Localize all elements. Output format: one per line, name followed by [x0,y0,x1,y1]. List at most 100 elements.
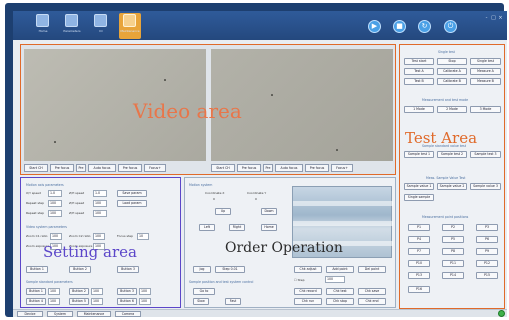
setting-button-2[interactable]: Button 2 [69,266,91,273]
param-field[interactable]: 100 [48,288,60,295]
chk-run-button[interactable]: Chk run [294,298,322,305]
test-b-button[interactable]: Test B [404,78,434,85]
step-value-select[interactable]: 100 [325,276,345,283]
load-param-button[interactable]: Load param [117,200,147,207]
param-field[interactable]: 100 [48,210,62,217]
jog-home-button[interactable]: Home [261,224,277,231]
point-button[interactable]: P4 [408,236,430,243]
sample-test-2-button[interactable]: Sample test 2 [437,151,467,158]
jog-up-button[interactable]: Up [215,208,231,215]
test-start-button[interactable]: Test start [404,58,434,65]
param-field[interactable]: 1.0 [93,190,107,197]
sample-value-3-button[interactable]: Sample value 3 [470,183,501,190]
point-button[interactable]: P10 [408,260,430,267]
mode-2-button[interactable]: 2 Mode [437,106,467,113]
toolbar-item-parameters[interactable]: Parameters [61,13,83,39]
point-button[interactable]: P13 [408,272,430,279]
maximize-button[interactable]: □ [490,15,497,21]
param-field[interactable]: 100 [139,288,151,295]
video-left-pre-button[interactable]: Pre [76,164,86,172]
single-test-button[interactable]: Single test [470,58,501,65]
fast-button[interactable]: Fast [225,298,241,305]
close-button[interactable]: × [497,15,504,21]
measure-a-button[interactable]: Measure A [470,68,501,75]
setting-button-3[interactable]: Button 3 [117,266,139,273]
sample-button-2[interactable]: Button 2 [69,288,89,295]
goto-button[interactable]: Go to [193,288,215,295]
point-button[interactable]: P8 [442,248,464,255]
video-right-pre-button[interactable]: Pre [263,164,273,172]
param-field[interactable]: 100 [139,298,151,305]
video-left-prefocus-button[interactable]: Pre focus [50,164,74,172]
sample-test-1-button[interactable]: Sample test 1 [404,151,434,158]
point-button[interactable]: P3 [476,224,498,231]
point-button[interactable]: P12 [476,260,498,267]
measure-b-button[interactable]: Measure B [470,78,501,85]
play-button[interactable]: ▶ [368,20,381,33]
video-right-prefocus2-button[interactable]: Pre focus [305,164,329,172]
param-field[interactable]: 1.0 [48,190,62,197]
video-right-autofocus-button[interactable]: Auto focus [275,164,303,172]
test-a-button[interactable]: Test A [404,68,434,75]
jog-left-button[interactable]: Left [199,224,215,231]
jog-down-button[interactable]: Down [261,208,277,215]
add-point-button[interactable]: Add point [326,266,354,273]
param-field[interactable]: 100 [48,200,62,207]
param-field[interactable]: 100 [48,298,60,305]
param-field[interactable]: 100 [91,298,103,305]
power-button[interactable]: ⏻ [444,20,457,33]
sample-button-5[interactable]: Button 5 [69,298,89,305]
video-left-autofocus-button[interactable]: Auto focus [88,164,116,172]
chk-adjust-button[interactable]: Chk adjust [294,266,322,273]
param-field[interactable]: 100 [93,210,107,217]
calibrate-b-button[interactable]: Calibrate B [437,78,467,85]
sample-test-3-button[interactable]: Sample test 3 [470,151,501,158]
param-field[interactable]: 10 [137,233,149,240]
video-right-focus-plus-button[interactable]: Focus+ [331,164,353,172]
video-left-start-button[interactable]: Start CH [24,164,48,172]
video-left-prefocus2-button[interactable]: Pre focus [118,164,142,172]
jog-mode-button[interactable]: Jog [193,266,211,273]
toolbar-item-maintenance[interactable]: Maintenance [119,13,141,39]
point-button[interactable]: P16 [408,286,430,293]
param-field[interactable]: 100 [91,288,103,295]
step-checkbox-label[interactable]: ☐ Step [294,278,305,282]
sample-button-6[interactable]: Button 6 [117,298,137,305]
point-button[interactable]: P2 [442,224,464,231]
point-button[interactable]: P7 [408,248,430,255]
point-button[interactable]: P6 [476,236,498,243]
point-button[interactable]: P5 [442,236,464,243]
mode-3-button[interactable]: 3 Mode [470,106,501,113]
sample-button-3[interactable]: Button 3 [117,288,137,295]
test-stop-button[interactable]: Stop [437,58,467,65]
point-button[interactable]: P9 [476,248,498,255]
slow-button[interactable]: Slow [193,298,209,305]
tab-camera[interactable]: Camera [115,311,141,317]
point-button[interactable]: P14 [442,272,464,279]
sample-value-1-button[interactable]: Sample value 1 [404,183,434,190]
tab-device[interactable]: Device [17,311,43,317]
point-button[interactable]: P1 [408,224,430,231]
mode-1-button[interactable]: 1 Mode [404,106,434,113]
tab-maintenance[interactable]: Maintenance [77,311,111,317]
video-left-focus-plus-button[interactable]: Focus+ [144,164,166,172]
reset-button[interactable]: ↻ [418,20,431,33]
chk-record-button[interactable]: Chk record [294,288,322,295]
video-right-prefocus-button[interactable]: Pre focus [237,164,261,172]
tab-system[interactable]: System [47,311,73,317]
point-button[interactable]: P11 [442,260,464,267]
step-size-select[interactable]: Step 0.01 [215,266,245,273]
video-right-start-button[interactable]: Start CH [211,164,235,172]
toolbar-item-home[interactable]: Home [32,13,54,39]
param-field[interactable]: 100 [93,233,105,240]
param-field[interactable]: 100 [50,233,62,240]
single-sample-button[interactable]: Single sample [404,194,434,201]
jog-right-button[interactable]: Right [229,224,245,231]
calibrate-a-button[interactable]: Calibrate A [437,68,467,75]
chk-end-button[interactable]: Chk end [358,298,386,305]
chk-test-button[interactable]: Chk test [326,288,354,295]
del-point-button[interactable]: Del point [358,266,386,273]
stop-button[interactable]: ■ [393,20,406,33]
point-button[interactable]: P15 [476,272,498,279]
sample-value-2-button[interactable]: Sample value 2 [437,183,467,190]
